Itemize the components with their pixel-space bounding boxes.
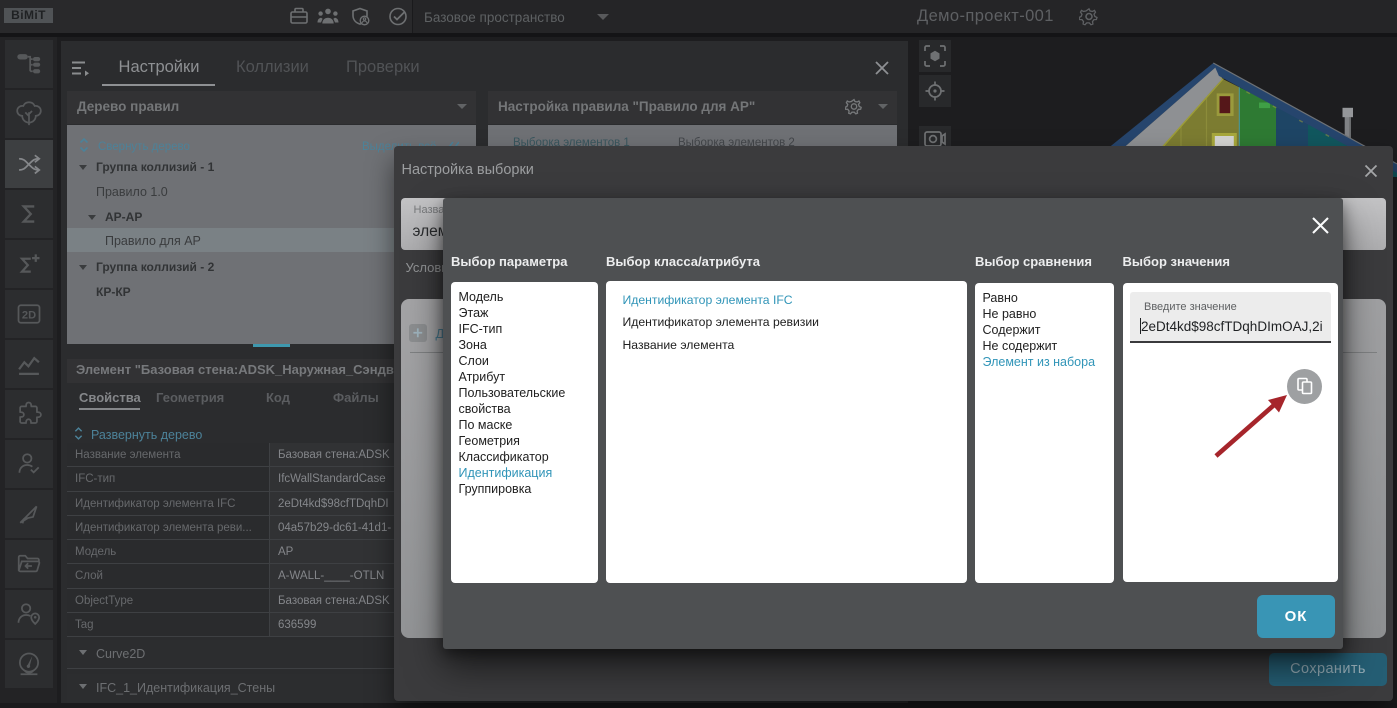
svg-text:2D: 2D bbox=[22, 309, 36, 321]
